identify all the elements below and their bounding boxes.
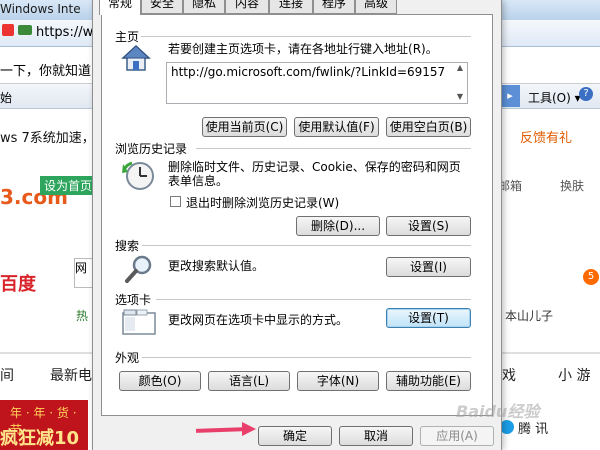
homepage-description: 若要创建主页选项卡，请在各地址行键入地址(R)。 [168, 42, 438, 56]
site-nav-item[interactable]: 小 游 [558, 365, 590, 385]
baidu-logo: 百度 [0, 274, 36, 295]
scroll-up-icon[interactable]: ▲ [454, 63, 466, 75]
use-current-button[interactable]: 使用当前页(C) [202, 117, 287, 137]
tab-programs[interactable]: 程序 [313, 0, 355, 14]
banner-title: 疯狂减10 [0, 428, 80, 449]
help-icon[interactable]: ? [579, 87, 593, 101]
tab-content[interactable]: 内容 [225, 0, 269, 14]
address-text[interactable]: https://w [36, 25, 93, 40]
tab-general[interactable]: 常规 [99, 0, 141, 15]
section-divider [142, 245, 471, 246]
promo-banner[interactable]: 年 · 年 · 货 · 节 疯狂减10 [0, 400, 88, 450]
section-divider [142, 357, 471, 358]
news-link[interactable]: 本山儿子 [505, 307, 553, 324]
set-homepage-link[interactable]: 设为首页 [40, 176, 97, 195]
tabs-window-icon [122, 309, 156, 335]
tabs-settings-button[interactable]: 设置(T) [386, 308, 471, 328]
homepage-section-title: 主页 [115, 30, 140, 44]
ok-button[interactable]: 确定 [258, 426, 332, 446]
tab-advanced[interactable]: 高级 [355, 0, 397, 14]
tab-connections[interactable]: 连接 [269, 0, 313, 14]
tab-security[interactable]: 安全 [141, 0, 183, 14]
homepage-url-textarea[interactable]: http://go.microsoft.com/fwlink/?LinkId=6… [166, 62, 468, 104]
tab-privacy[interactable]: 隐私 [183, 0, 225, 14]
tools-menu[interactable]: 工具(O) ▾ [528, 89, 581, 106]
history-section-title: 浏览历史记录 [115, 142, 188, 156]
dialog-tabs: 常规 安全 隐私 内容 连接 程序 高级 [93, 0, 501, 15]
search-settings-button[interactable]: 设置(I) [386, 257, 471, 277]
nav-right-icon[interactable]: ▸ [500, 85, 520, 107]
fonts-button[interactable]: 字体(N) [297, 371, 379, 391]
history-clock-icon [122, 161, 154, 190]
toolbar-item[interactable]: 始 [0, 89, 12, 106]
tabs-description: 更改网页在选项卡中显示的方式。 [168, 313, 349, 327]
delete-history-button[interactable]: 删除(D)... [296, 216, 380, 236]
site-nav-item[interactable]: 戏 [502, 365, 516, 385]
search-box-text: 网 [75, 261, 88, 275]
section-divider [141, 36, 471, 37]
section-divider [196, 148, 471, 149]
accessibility-button[interactable]: 辅助功能(E) [386, 371, 471, 391]
cancel-button[interactable]: 取消 [339, 426, 413, 446]
search-slogan: 一下，你就知道 [0, 64, 92, 79]
search-description: 更改搜索默认值。 [168, 259, 265, 273]
delete-on-exit-label[interactable]: 退出时删除浏览历史记录(W) [186, 194, 339, 211]
watermark: Baidu经验 [456, 402, 540, 421]
scroll-down-icon[interactable]: ▼ [454, 92, 466, 104]
site-nav-item[interactable]: 间 [0, 365, 14, 385]
hot-label: 热 [76, 309, 89, 323]
colors-button[interactable]: 颜色(O) [119, 371, 201, 391]
favicon-icon [18, 25, 32, 35]
tabs-section-title: 选项卡 [115, 293, 152, 307]
feedback-link[interactable]: 反馈有礼 [520, 127, 572, 146]
tencent-icon [500, 420, 514, 434]
skin-link[interactable]: 换肤 [560, 177, 584, 194]
history-settings-button[interactable]: 设置(S) [386, 216, 471, 236]
annotation-arrow-head-icon [242, 422, 256, 436]
site-nav-item[interactable]: 最新电 [50, 365, 92, 385]
notification-badge: 5 [583, 269, 599, 285]
search-section-title: 搜索 [115, 239, 140, 253]
apply-button[interactable]: 应用(A) [420, 426, 494, 446]
page-headline[interactable]: ws 7系统加速， [0, 127, 95, 146]
history-description-line2: 表单信息。 [168, 174, 229, 188]
appearance-section-title: 外观 [115, 351, 140, 365]
use-blank-button[interactable]: 使用空白页(B) [386, 117, 471, 137]
use-default-button[interactable]: 使用默认值(F) [294, 117, 379, 137]
house-icon [121, 44, 151, 71]
section-divider [156, 299, 471, 300]
browser-window-title: Windows Inte [0, 2, 81, 16]
history-description-line1: 删除临时文件、历史记录、Cookie、保存的密码和网页 [168, 160, 461, 174]
languages-button[interactable]: 语言(L) [208, 371, 290, 391]
page-icon [2, 24, 14, 36]
magnifier-icon [125, 255, 152, 283]
delete-on-exit-checkbox[interactable] [170, 196, 181, 207]
